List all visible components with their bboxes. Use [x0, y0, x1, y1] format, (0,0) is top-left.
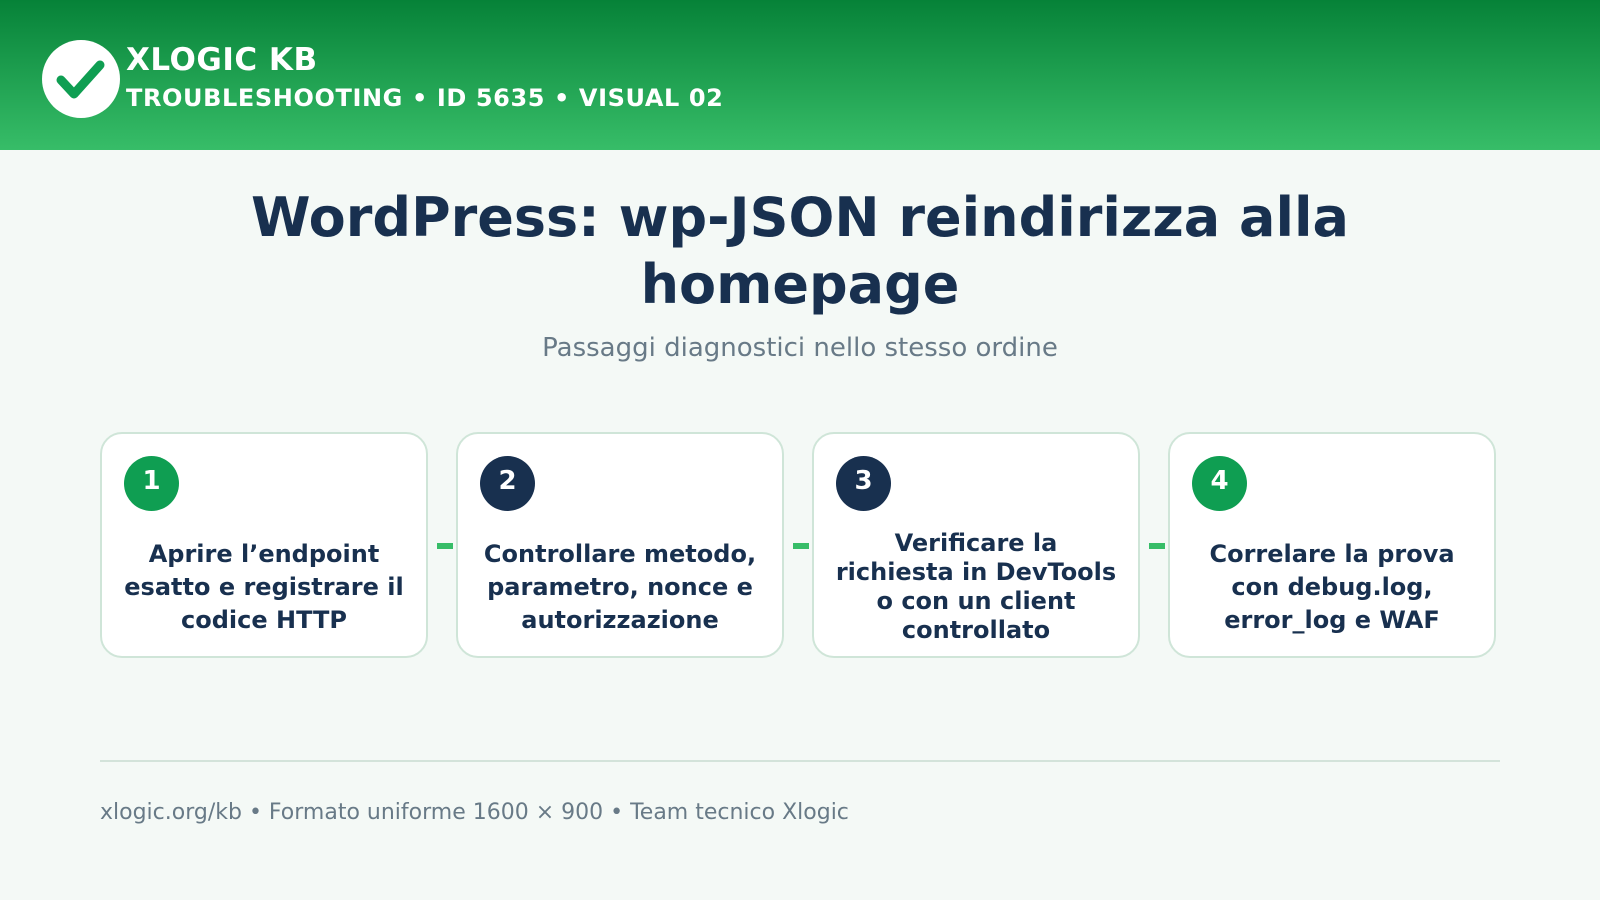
step-number-badge: 4 [1192, 456, 1247, 511]
logo [42, 40, 120, 118]
step-number-badge: 3 [836, 456, 891, 511]
step-text: Controllare metodo, parametro, nonce e a… [483, 539, 757, 634]
step-card-4: 4 Correlare la prova con debug.log, erro… [1168, 432, 1496, 658]
step-text: Verificare la richiesta in DevTools o co… [835, 529, 1117, 644]
footer-text: xlogic.org/kb • Formato uniforme 1600 × … [100, 800, 849, 825]
header-banner: XLOGIC KB TROUBLESHOOTING • ID 5635 • VI… [0, 0, 1600, 150]
step-number-badge: 2 [480, 456, 535, 511]
step-card-1: 1 Aprire l’endpoint esatto e registrare … [100, 432, 428, 658]
article-meta: TROUBLESHOOTING • ID 5635 • VISUAL 02 [126, 84, 724, 112]
step-connector [793, 543, 809, 549]
checkmark-icon [56, 60, 105, 99]
step-connector [437, 543, 453, 549]
step-number-badge: 1 [124, 456, 179, 511]
footer-divider [100, 760, 1500, 762]
page-title: WordPress: wp-JSON reindirizza alla home… [251, 186, 1349, 316]
step-connector [1149, 543, 1165, 549]
page-subtitle: Passaggi diagnostici nello stesso ordine [542, 333, 1058, 363]
step-text: Aprire l’endpoint esatto e registrare il… [124, 539, 404, 634]
step-card-3: 3 Verificare la richiesta in DevTools o … [812, 432, 1140, 658]
brand-name: XLOGIC KB [126, 42, 318, 78]
step-text: Correlare la prova con debug.log, error_… [1209, 539, 1455, 634]
step-card-2: 2 Controllare metodo, parametro, nonce e… [456, 432, 784, 658]
